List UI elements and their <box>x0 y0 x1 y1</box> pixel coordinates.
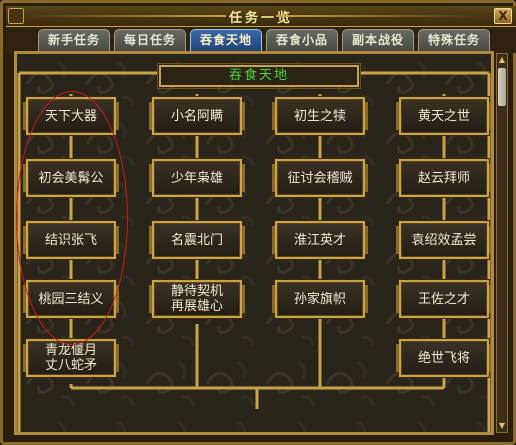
quest-node[interactable]: 袁绍效孟尝 <box>396 221 491 259</box>
quest-node[interactable]: 绝世飞将 <box>396 339 491 377</box>
tab-dungeon-battles[interactable]: 副本战役 <box>342 29 414 51</box>
tab-novice-quests[interactable]: 新手任务 <box>38 29 110 51</box>
tab-tunshi-xiaopin[interactable]: 吞食小品 <box>266 29 338 51</box>
scroll-up-icon[interactable]: ▲ <box>498 55 506 65</box>
quest-tree-panel: 吞食天地 天下大器 初会美髯公 结识张飞 桃园三结义 青龙偃月 丈八蛇矛 小名阿… <box>14 51 494 435</box>
panel-header: 吞食天地 <box>157 63 361 89</box>
scroll-thumb[interactable] <box>498 68 506 106</box>
title-bar: 任务一览 X <box>6 6 516 27</box>
quest-node[interactable]: 初会美髯公 <box>23 159 119 197</box>
scroll-down-icon[interactable]: ▼ <box>498 421 506 431</box>
close-button[interactable]: X <box>494 8 512 24</box>
quest-node[interactable]: 黄天之世 <box>396 97 491 135</box>
quest-node[interactable]: 王佐之才 <box>396 280 491 318</box>
tab-tunshi-tiandi[interactable]: 吞食天地 <box>190 29 262 53</box>
quest-node[interactable]: 名震北门 <box>149 221 245 259</box>
quest-window: 任务一览 X 新手任务 每日任务 吞食天地 吞食小品 副本战役 特殊任务 吞食天… <box>0 0 516 445</box>
quest-node[interactable]: 青龙偃月 丈八蛇矛 <box>23 339 119 377</box>
quest-node[interactable]: 赵云拜师 <box>396 159 491 197</box>
quest-node[interactable]: 初生之犊 <box>272 97 368 135</box>
quest-node[interactable]: 征讨会稽贼 <box>272 159 368 197</box>
quest-node[interactable]: 淮江英才 <box>272 221 368 259</box>
tab-daily-quests[interactable]: 每日任务 <box>114 29 186 51</box>
quest-node[interactable]: 少年枭雄 <box>149 159 245 197</box>
tab-bar: 新手任务 每日任务 吞食天地 吞食小品 副本战役 特殊任务 <box>6 27 516 53</box>
quest-node[interactable]: 小名阿瞒 <box>149 97 245 135</box>
scrollbar[interactable]: ▲ ▼ <box>496 53 508 433</box>
quest-node[interactable]: 结识张飞 <box>23 221 119 259</box>
quest-node[interactable]: 天下大器 <box>23 97 119 135</box>
title-ornament-right <box>276 15 476 17</box>
quest-node[interactable]: 静待契机 再展雄心 <box>149 280 245 318</box>
quest-node[interactable]: 桃园三结义 <box>23 280 119 318</box>
tab-special-quests[interactable]: 特殊任务 <box>418 29 490 51</box>
quest-node[interactable]: 孙家旗帜 <box>272 280 368 318</box>
